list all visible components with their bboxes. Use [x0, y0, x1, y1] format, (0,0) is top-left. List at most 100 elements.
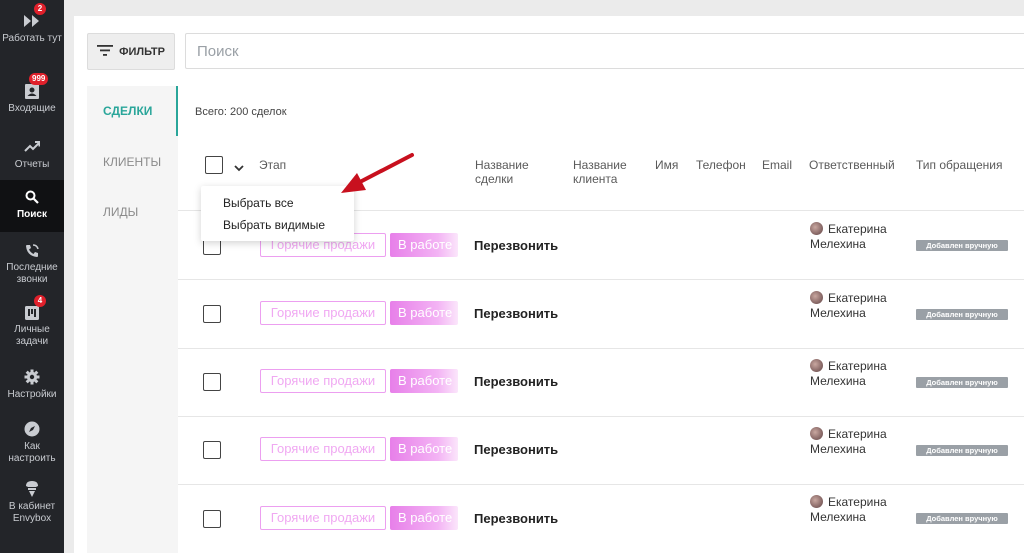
col-header-request-type[interactable]: Тип обращения: [916, 158, 1002, 172]
col-header-deal-name[interactable]: Название сделки: [475, 158, 545, 186]
avatar: [810, 222, 823, 235]
filter-icon: [97, 44, 114, 59]
main-panel: ФИЛЬТР СДЕЛКИ КЛИЕНТЫ ЛИДЫ Всего: 200 сд…: [74, 16, 1024, 553]
avatar: [810, 427, 823, 440]
table-row[interactable]: Горячие продажи В работе Перезвонить Ека…: [178, 349, 1024, 417]
nav-reports-label: Отчеты: [14, 159, 50, 170]
search-icon: [23, 188, 41, 206]
col-header-client-name[interactable]: Название клиента: [573, 158, 639, 186]
request-type-badge: Добавлен вручную: [916, 445, 1008, 456]
row-checkbox[interactable]: [203, 441, 221, 459]
responsible-last-name: Мелехина: [810, 374, 866, 388]
responsible-first-name: Екатерина: [828, 291, 887, 305]
select-all-checkbox[interactable]: [205, 156, 223, 174]
responsible-first-name: Екатерина: [828, 495, 887, 509]
responsible-first-name: Екатерина: [828, 222, 887, 236]
col-header-responsible[interactable]: Ответственный: [809, 158, 895, 172]
responsible-last-name: Мелехина: [810, 510, 866, 524]
row-checkbox[interactable]: [203, 510, 221, 528]
responsible-cell: Екатерина Мелехина: [810, 427, 887, 457]
compass-icon: [23, 420, 41, 438]
status-badge: В работе: [390, 437, 458, 461]
menu-item-select-all[interactable]: Выбрать все: [201, 192, 354, 214]
sidebar: 2 Работать тут 999 Входящие Отчеты Поиск…: [0, 0, 64, 553]
nav-search[interactable]: Поиск: [0, 180, 64, 232]
total-count: Всего: 200 сделок: [195, 106, 287, 118]
nav-personal-tasks[interactable]: 4 Личные задачи: [0, 295, 64, 348]
request-type-badge: Добавлен вручную: [916, 240, 1008, 251]
nav-work-here-label: Работать тут: [2, 33, 62, 44]
deal-name[interactable]: Перезвонить: [474, 511, 558, 526]
col-header-stage[interactable]: Этап: [259, 158, 286, 172]
status-badge: В работе: [390, 506, 458, 530]
tasks-icon: 4: [23, 295, 46, 321]
table-row[interactable]: Горячие продажи В работе Перезвонить Ека…: [178, 417, 1024, 485]
stage-tag: Горячие продажи: [260, 301, 386, 325]
gear-icon: [23, 368, 41, 386]
col-header-phone[interactable]: Телефон: [696, 158, 746, 172]
responsible-cell: Екатерина Мелехина: [810, 495, 887, 525]
nav-work-here[interactable]: 2 Работать тут: [0, 3, 64, 64]
nav-how-to[interactable]: Как настроить: [0, 420, 64, 468]
stage-tag: Горячие продажи: [260, 506, 386, 530]
tab-leads[interactable]: ЛИДЫ: [87, 187, 178, 237]
menu-item-select-visible[interactable]: Выбрать видимые: [201, 214, 354, 236]
responsible-cell: Екатерина Мелехина: [810, 222, 887, 252]
stage-tag: Горячие продажи: [260, 369, 386, 393]
chevron-down-icon[interactable]: [233, 162, 245, 174]
status-badge: В работе: [390, 301, 458, 325]
responsible-last-name: Мелехина: [810, 237, 866, 251]
nav-inbox-label: Входящие: [8, 103, 56, 114]
fast-forward-icon: 2: [23, 3, 46, 30]
nav-settings[interactable]: Настройки: [0, 368, 64, 408]
search-input[interactable]: [185, 33, 1024, 69]
responsible-first-name: Екатерина: [828, 427, 887, 441]
nav-recent-calls[interactable]: Последние звонки: [0, 242, 64, 286]
responsible-first-name: Екатерина: [828, 359, 887, 373]
nav-personal-tasks-label: Личные задачи: [14, 324, 50, 347]
tasks-badge: 4: [34, 295, 46, 307]
avatar: [810, 359, 823, 372]
work-badge: 2: [34, 3, 46, 15]
row-checkbox[interactable]: [203, 305, 221, 323]
filter-button[interactable]: ФИЛЬТР: [87, 33, 175, 70]
tab-deals[interactable]: СДЕЛКИ: [87, 86, 178, 136]
request-type-badge: Добавлен вручную: [916, 377, 1008, 388]
request-type-badge: Добавлен вручную: [916, 309, 1008, 320]
filter-label: ФИЛЬТР: [119, 45, 165, 58]
inbox-badge: 999: [29, 73, 49, 85]
row-checkbox[interactable]: [203, 373, 221, 391]
request-type-badge: Добавлен вручную: [916, 513, 1008, 524]
nav-settings-label: Настройки: [7, 389, 57, 400]
entity-tabs: СДЕЛКИ КЛИЕНТЫ ЛИДЫ: [87, 86, 178, 553]
responsible-cell: Екатерина Мелехина: [810, 291, 887, 321]
tab-clients[interactable]: КЛИЕНТЫ: [87, 137, 178, 187]
responsible-cell: Екатерина Мелехина: [810, 359, 887, 389]
status-badge: В работе: [390, 369, 458, 393]
status-badge: В работе: [390, 233, 458, 257]
nav-envybox-cabinet[interactable]: В кабинет Envybox: [0, 480, 64, 532]
avatar: [810, 291, 823, 304]
phone-call-icon: [23, 242, 41, 259]
nav-recent-calls-label: Последние звонки: [6, 262, 58, 285]
nav-search-label: Поиск: [16, 209, 47, 220]
table-row[interactable]: Горячие продажи В работе Перезвонить Ека…: [178, 485, 1024, 553]
trending-up-icon: [23, 138, 41, 156]
envybox-icon: [23, 480, 41, 498]
select-dropdown-menu: Выбрать все Выбрать видимые: [201, 186, 354, 241]
deal-name[interactable]: Перезвонить: [474, 442, 558, 457]
nav-reports[interactable]: Отчеты: [0, 138, 64, 178]
col-header-email[interactable]: Email: [762, 158, 792, 172]
stage-tag: Горячие продажи: [260, 437, 386, 461]
responsible-last-name: Мелехина: [810, 306, 866, 320]
col-header-name[interactable]: Имя: [655, 158, 678, 172]
nav-envybox-label: В кабинет Envybox: [8, 501, 56, 524]
table-row[interactable]: Горячие продажи В работе Перезвонить Ека…: [178, 281, 1024, 349]
responsible-last-name: Мелехина: [810, 442, 866, 456]
avatar: [810, 495, 823, 508]
deal-name[interactable]: Перезвонить: [474, 238, 558, 253]
deal-name[interactable]: Перезвонить: [474, 306, 558, 321]
deal-name[interactable]: Перезвонить: [474, 374, 558, 389]
inbox-icon: 999: [23, 73, 49, 100]
nav-inbox[interactable]: 999 Входящие: [0, 73, 64, 122]
